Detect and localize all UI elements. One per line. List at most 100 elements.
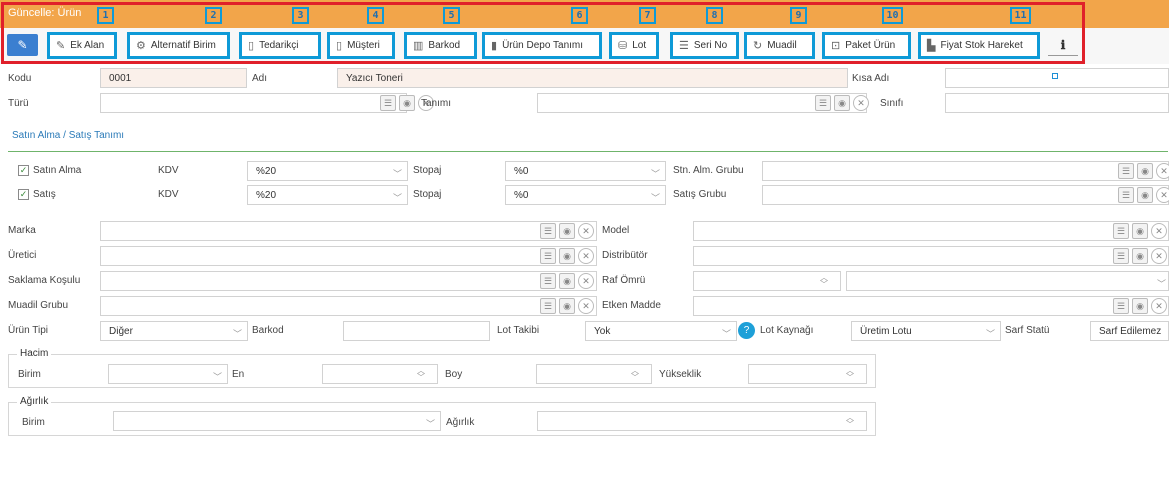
hacim-birim-select[interactable]: ﹀	[108, 364, 228, 384]
eye-icon[interactable]: ◉	[834, 95, 850, 111]
ek-alan-button[interactable]: ✎ Ek Alan	[47, 32, 117, 59]
chevron-down-icon: ﹀	[426, 419, 436, 429]
uretici-actions: ☰ ◉ ✕	[540, 246, 594, 266]
stopaj-purchase-select[interactable]: %0 ﹀	[505, 161, 666, 181]
marka-field[interactable]	[100, 221, 597, 241]
list-icon[interactable]: ☰	[1118, 187, 1134, 203]
lot-takibi-value: Yok	[594, 325, 611, 337]
eye-icon[interactable]: ◉	[1132, 298, 1148, 314]
lot-button[interactable]: ⛁ Lot	[609, 32, 659, 59]
stopaj-label: Stopaj	[413, 165, 442, 176]
agirlik-field[interactable]: ︿ ﹀	[537, 411, 867, 431]
kdv-sale-select[interactable]: %20 ﹀	[247, 185, 408, 205]
spinner-icon[interactable]: ︿ ﹀	[631, 367, 639, 382]
spinner-icon[interactable]: ︿ ﹀	[417, 367, 425, 382]
list-icon[interactable]: ☰	[1113, 248, 1129, 264]
clear-icon[interactable]: ✕	[1156, 187, 1169, 203]
en-label: En	[232, 369, 245, 380]
clear-icon[interactable]: ✕	[853, 95, 869, 111]
tedarikci-button[interactable]: ▯ Tedarikçi	[239, 32, 321, 59]
satis-checkbox[interactable]: ✓	[18, 189, 29, 200]
eye-icon[interactable]: ◉	[1137, 187, 1153, 203]
list-icon[interactable]: ☰	[1118, 163, 1134, 179]
clear-icon[interactable]: ✕	[578, 248, 594, 264]
clear-icon[interactable]: ✕	[1151, 223, 1167, 239]
spinner-icon[interactable]: ︿ ﹀	[820, 274, 828, 289]
list-icon[interactable]: ☰	[1113, 223, 1129, 239]
list-icon[interactable]: ☰	[540, 223, 556, 239]
clear-icon[interactable]: ✕	[578, 273, 594, 289]
adi-field[interactable]: Yazıcı Toneri	[337, 68, 848, 88]
list-icon[interactable]: ☰	[815, 95, 831, 111]
list-icon[interactable]: ☰	[540, 298, 556, 314]
eye-icon[interactable]: ◉	[1132, 248, 1148, 264]
yukseklik-field[interactable]: ︿ ﹀	[748, 364, 867, 384]
eye-icon[interactable]: ◉	[1137, 163, 1153, 179]
muadil-button[interactable]: ↻ Muadil	[744, 32, 815, 59]
satin-alma-checkbox[interactable]: ✓	[18, 165, 29, 176]
spinner-icon[interactable]: ︿ ﹀	[846, 367, 854, 382]
hacim-birim-label: Birim	[18, 369, 41, 380]
sinifi-field[interactable]	[945, 93, 1169, 113]
model-label: Model	[602, 225, 630, 236]
warehouse-icon: ▮	[491, 40, 498, 52]
marka-label: Marka	[8, 225, 36, 236]
lot-label: Lot	[632, 40, 647, 51]
lot-kaynagi-select[interactable]: Üretim Lotu ﹀	[851, 321, 1001, 341]
urun-tipi-select[interactable]: Diğer ﹀	[100, 321, 248, 341]
agirlik-birim-select[interactable]: ﹀	[113, 411, 441, 431]
turu-field[interactable]	[100, 93, 407, 113]
badge-10: 10	[882, 7, 903, 24]
cursor-marker-icon	[1052, 73, 1058, 79]
eye-icon[interactable]: ◉	[559, 223, 575, 239]
boy-field[interactable]: ︿ ﹀	[536, 364, 652, 384]
clear-icon[interactable]: ✕	[1151, 298, 1167, 314]
en-field[interactable]: ︿ ﹀	[322, 364, 438, 384]
info-button[interactable]: ℹ	[1048, 34, 1078, 56]
musteri-button[interactable]: ▯ Müşteri	[327, 32, 395, 59]
stopaj-sale-select[interactable]: %0 ﹀	[505, 185, 666, 205]
kodu-field[interactable]: 0001	[100, 68, 247, 88]
uretici-field[interactable]	[100, 246, 597, 266]
spinner-icon[interactable]: ︿ ﹀	[846, 414, 854, 429]
lot-takibi-select[interactable]: Yok ﹀	[585, 321, 737, 341]
eye-icon[interactable]: ◉	[1132, 223, 1148, 239]
stn-alm-grubu-field[interactable]	[762, 161, 1169, 181]
package-icon: ⊡	[831, 40, 841, 52]
sarf-statu-select[interactable]: Sarf Edilemez	[1090, 321, 1169, 341]
etken-madde-field[interactable]	[693, 296, 1169, 316]
list-icon[interactable]: ☰	[380, 95, 396, 111]
kdv-purchase-select[interactable]: %20 ﹀	[247, 161, 408, 181]
barkod-field[interactable]	[343, 321, 490, 341]
tedarikci-label: Tedarikçi	[259, 40, 299, 51]
clear-icon[interactable]: ✕	[578, 223, 594, 239]
model-field[interactable]	[693, 221, 1169, 241]
urun-depo-tanimi-button[interactable]: ▮ Ürün Depo Tanımı	[482, 32, 602, 59]
alternatif-birim-button[interactable]: ⚙ Alternatif Birim	[127, 32, 230, 59]
distributor-field[interactable]	[693, 246, 1169, 266]
badge-7: 7	[639, 7, 656, 24]
muadil-grubu-field[interactable]	[100, 296, 597, 316]
eye-icon[interactable]: ◉	[559, 248, 575, 264]
list-icon[interactable]: ☰	[540, 273, 556, 289]
fiyat-stok-hareket-button[interactable]: ▙ Fiyat Stok Hareket	[918, 32, 1040, 59]
help-icon[interactable]: ?	[738, 322, 755, 339]
eye-icon[interactable]: ◉	[399, 95, 415, 111]
barkod-button[interactable]: ▥ Barkod	[404, 32, 477, 59]
eye-icon[interactable]: ◉	[559, 273, 575, 289]
raf-omru-field[interactable]: ︿ ﹀	[693, 271, 841, 291]
agirlik-birim-label: Birim	[22, 417, 45, 428]
edit-button[interactable]: ✎	[7, 34, 38, 56]
eye-icon[interactable]: ◉	[559, 298, 575, 314]
seri-no-button[interactable]: ☰ Seri No	[670, 32, 739, 59]
paket-urun-button[interactable]: ⊡ Paket Ürün	[822, 32, 911, 59]
satis-grubu-field[interactable]	[762, 185, 1169, 205]
saklama-field[interactable]	[100, 271, 597, 291]
raf-omru-unit-select[interactable]: ﹀	[846, 271, 1169, 291]
clear-icon[interactable]: ✕	[1156, 163, 1169, 179]
list-icon[interactable]: ☰	[540, 248, 556, 264]
list-icon: ☰	[679, 40, 689, 52]
clear-icon[interactable]: ✕	[578, 298, 594, 314]
clear-icon[interactable]: ✕	[1151, 248, 1167, 264]
list-icon[interactable]: ☰	[1113, 298, 1129, 314]
